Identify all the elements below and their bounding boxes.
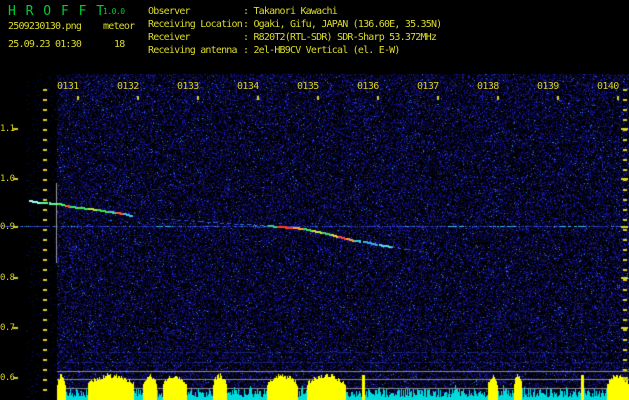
station-info-row: Receiving antenna: 2el-HB9CV Vertical (e… (148, 45, 400, 58)
info-label: Observer (148, 6, 191, 17)
mode-label: meteor (103, 21, 135, 32)
hrofft-output-window: H R O F F T 1.0.0 2509230130.png meteor … (0, 0, 629, 400)
info-colon: : (243, 19, 254, 30)
info-label: Receiving Location (148, 19, 243, 30)
station-info-row: Observer: Takanori Kawachi (148, 6, 338, 19)
spectrogram-canvas (0, 0, 629, 400)
x-axis-label: 0135 (297, 81, 319, 92)
y-axis-label: 1.0 (0, 174, 15, 184)
x-axis-label: 0133 (177, 81, 199, 92)
echo-count: 18 (114, 39, 125, 50)
info-value: Ogaki, Gifu, JAPAN (136.60E, 35.35N) (253, 19, 442, 30)
y-axis-label: 1.1 (0, 124, 15, 134)
info-value: Takanori Kawachi (253, 6, 337, 17)
y-axis-label: 0.9 (0, 222, 15, 232)
x-axis-label: 0134 (237, 81, 259, 92)
x-axis-label: 0131 (57, 81, 79, 92)
y-axis-label: 0.8 (0, 273, 15, 283)
y-axis-label: 0.6 (0, 373, 15, 383)
x-axis-label: 0138 (477, 81, 499, 92)
info-label: Receiving antenna (148, 45, 238, 56)
info-colon: : (243, 45, 254, 56)
info-value: 2el-HB9CV Vertical (el. E-W) (253, 45, 400, 56)
y-axis-unit: kHz (2, 77, 17, 87)
station-info-row: Receiving Location: Ogaki, Gifu, JAPAN (… (148, 19, 442, 32)
info-colon: : (243, 6, 254, 17)
info-value: R820T2(RTL-SDR) SDR-Sharp 53.372MHz (253, 32, 437, 43)
station-info-row: Receiver: R820T2(RTL-SDR) SDR-Sharp 53.3… (148, 32, 437, 45)
x-axis-label: 0139 (537, 81, 559, 92)
x-axis-label: 0137 (417, 81, 439, 92)
app-version: 1.0.0 (103, 7, 125, 16)
x-axis-label: 0132 (117, 81, 139, 92)
x-axis-label: 0136 (357, 81, 379, 92)
info-colon: : (243, 32, 254, 43)
info-label: Receiver (148, 32, 191, 43)
output-filename: 2509230130.png (8, 21, 82, 32)
observation-datetime: 25.09.23 01:30 (8, 39, 82, 50)
y-axis-label: 0.7 (0, 323, 15, 333)
app-title: H R O F F T (8, 4, 106, 19)
x-axis-label: 0140 (597, 81, 619, 92)
